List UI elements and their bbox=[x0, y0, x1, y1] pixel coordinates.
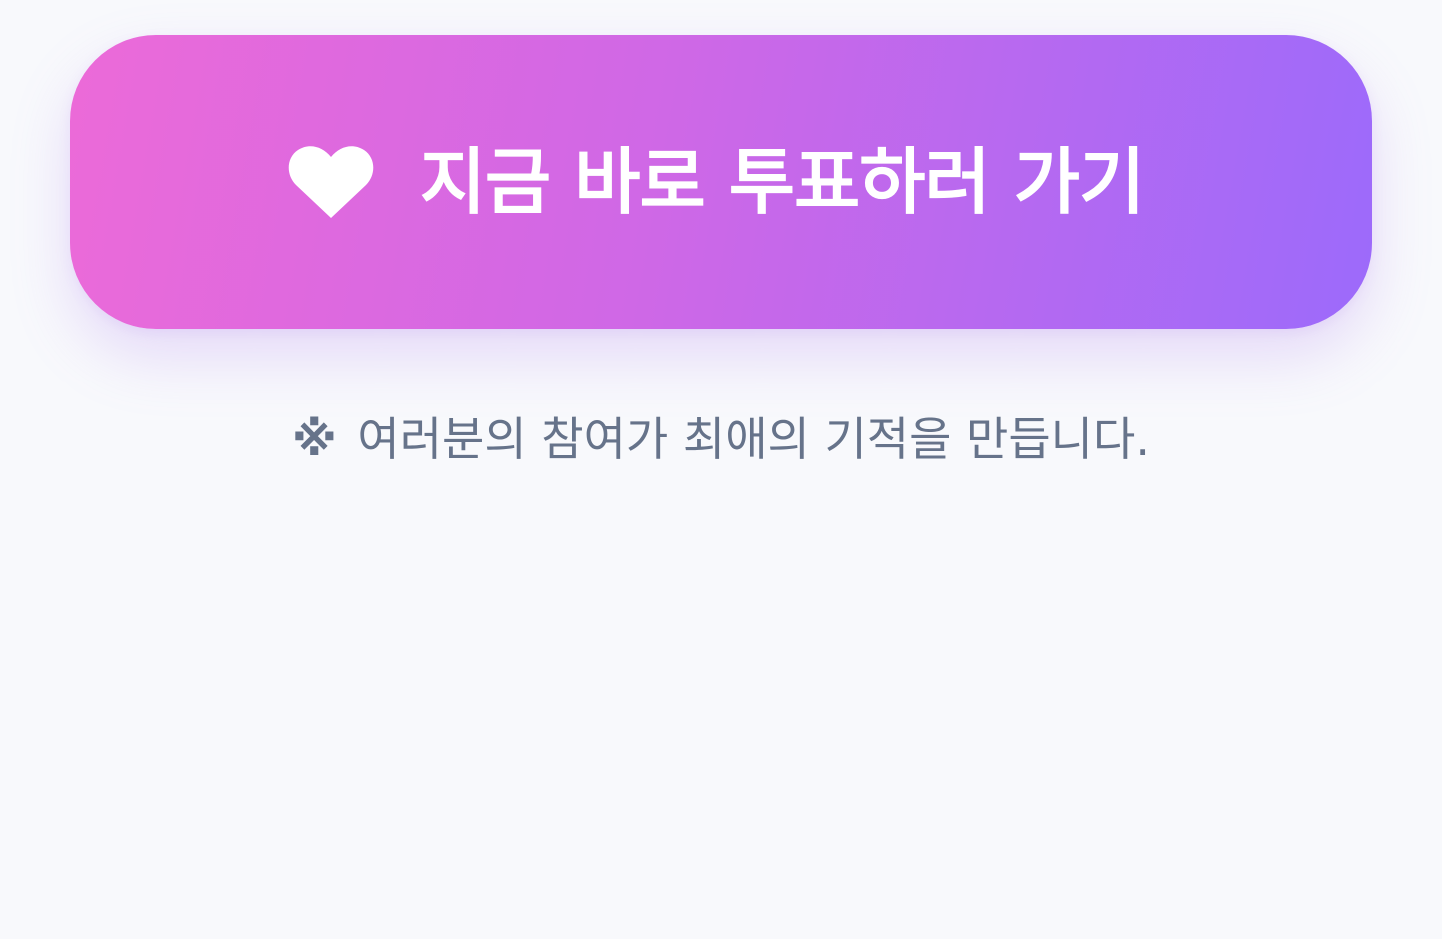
notice-mark: ※ bbox=[292, 412, 337, 466]
vote-now-button[interactable]: 지금 바로 투표하러 가기 bbox=[70, 35, 1372, 329]
participation-notice: ※ 여러분의 참여가 최애의 기적을 만듭니다. bbox=[0, 414, 1442, 465]
notice-text: 여러분의 참여가 최애의 기적을 만듭니다. bbox=[357, 412, 1150, 466]
vote-button-content[interactable]: 지금 바로 투표하러 가기 bbox=[288, 144, 1145, 220]
heart-icon bbox=[288, 146, 373, 218]
page: 지금 바로 투표하러 가기 ※ 여러분의 참여가 최애의 기적을 만듭니다. bbox=[0, 0, 1442, 939]
vote-button-label: 지금 바로 투표하러 가기 bbox=[419, 140, 1146, 224]
